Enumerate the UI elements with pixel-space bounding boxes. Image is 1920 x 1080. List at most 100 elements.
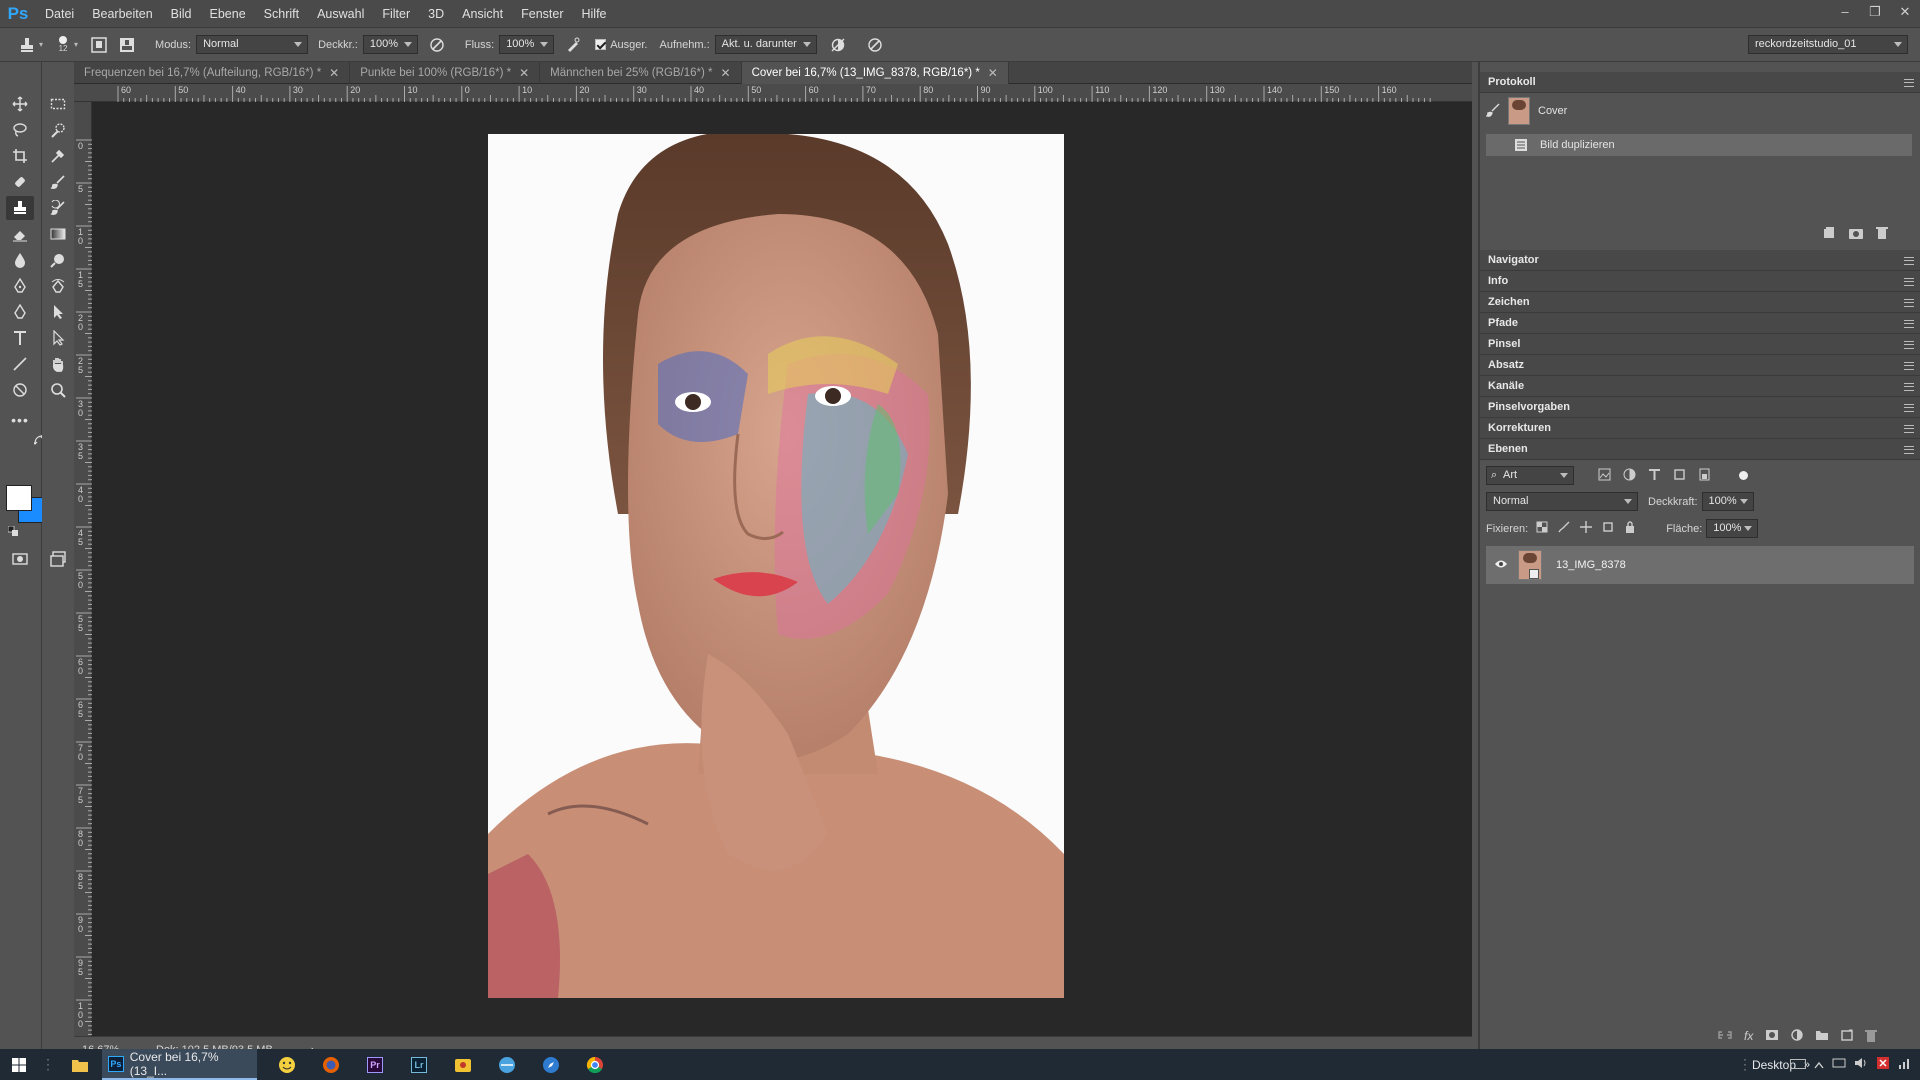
lock-transparent-pixels-icon[interactable] xyxy=(1536,521,1548,536)
brush-tool-icon[interactable] xyxy=(44,170,72,194)
layer-filter-dropdown[interactable]: ⌕ Art xyxy=(1486,466,1574,485)
quick-mask-icon[interactable] xyxy=(6,547,34,571)
lock-position-icon[interactable] xyxy=(1580,521,1593,536)
pinselvorgaben-panel-header[interactable]: Pinselvorgaben xyxy=(1480,397,1920,418)
menu-bearbeiten[interactable]: Bearbeiten xyxy=(83,0,161,28)
ignore-adjustment-layers-icon[interactable] xyxy=(827,34,849,56)
menu-ansicht[interactable]: Ansicht xyxy=(453,0,512,28)
opacity-dropdown[interactable]: 100% xyxy=(362,35,418,54)
aligned-checkbox[interactable] xyxy=(595,39,607,50)
lightroom-icon[interactable]: Lr xyxy=(405,1051,433,1079)
fill-dropdown[interactable]: 100% xyxy=(1706,519,1759,538)
pressure-opacity-icon[interactable] xyxy=(426,34,448,56)
folder-app-icon[interactable] xyxy=(449,1051,477,1079)
lock-all-icon[interactable] xyxy=(1624,521,1636,536)
protokoll-panel-header[interactable]: Protokoll xyxy=(1480,72,1920,93)
filter-pixel-layers-icon[interactable] xyxy=(1598,468,1611,484)
menu-schrift[interactable]: Schrift xyxy=(255,0,308,28)
filter-toggle-icon[interactable] xyxy=(1739,471,1748,480)
network-icon[interactable] xyxy=(1832,1056,1846,1073)
freeform-pen-tool-icon[interactable] xyxy=(6,300,34,324)
quick-selection-tool-icon[interactable] xyxy=(44,118,72,142)
chrome-icon[interactable] xyxy=(581,1051,609,1079)
filter-smart-objects-icon[interactable] xyxy=(1698,468,1711,484)
tab-cover[interactable]: Cover bei 16,7% (13_IMG_8378, RGB/16*) *… xyxy=(741,62,1009,84)
history-snapshot[interactable]: Cover xyxy=(1480,94,1920,128)
tab-punkte[interactable]: Punkte bei 100% (RGB/16*) * ✕ xyxy=(350,62,541,84)
panel-menu-icon[interactable] xyxy=(1904,404,1914,412)
gradient-tool-icon[interactable] xyxy=(44,222,72,246)
pressure-size-icon[interactable] xyxy=(864,34,886,56)
blend-mode-dropdown[interactable]: Normal xyxy=(1486,492,1638,511)
line-tool-icon[interactable] xyxy=(6,352,34,376)
brush-panel-icon[interactable] xyxy=(88,34,110,56)
camera-snapshot-icon[interactable] xyxy=(1848,226,1864,243)
eyedropper-tool-icon[interactable] xyxy=(44,144,72,168)
pen-tool-icon[interactable] xyxy=(6,274,34,298)
3d-rotate-tool-icon[interactable] xyxy=(6,378,34,402)
safari-icon[interactable] xyxy=(537,1051,565,1079)
document-image[interactable] xyxy=(488,134,1064,998)
signal-icon[interactable] xyxy=(1898,1056,1912,1073)
browser-app-icon[interactable] xyxy=(493,1051,521,1079)
zeichen-panel-header[interactable]: Zeichen xyxy=(1480,292,1920,313)
link-layers-icon[interactable] xyxy=(1718,1029,1732,1046)
keyboard-icon[interactable] xyxy=(1790,1058,1806,1072)
lock-artboard-icon[interactable] xyxy=(1602,521,1614,536)
sample-dropdown[interactable]: Akt. u. darunter xyxy=(714,35,817,54)
security-alert-icon[interactable] xyxy=(1876,1056,1890,1073)
close-button[interactable]: ✕ xyxy=(1890,0,1920,28)
menu-3d[interactable]: 3D xyxy=(419,0,453,28)
tab-frequenzen[interactable]: Frequenzen bei 16,7% (Aufteilung, RGB/16… xyxy=(74,62,351,84)
panel-menu-icon[interactable] xyxy=(1904,79,1914,87)
close-tab-icon[interactable]: ✕ xyxy=(988,66,998,80)
windows-start-icon[interactable] xyxy=(0,1049,38,1080)
dodge-tool-icon[interactable] xyxy=(44,248,72,272)
history-brush-source-icon[interactable] xyxy=(1485,103,1502,120)
filter-adjustment-layers-icon[interactable] xyxy=(1623,468,1636,484)
blur-tool-icon[interactable] xyxy=(6,248,34,272)
clone-stamp-tool-icon[interactable] xyxy=(6,196,34,220)
new-adjustment-layer-icon[interactable] xyxy=(1791,1029,1804,1046)
brush-size-picker[interactable]: 12 xyxy=(55,34,71,56)
minimize-button[interactable]: – xyxy=(1830,0,1860,28)
vertical-ruler[interactable]: 0 5 1 0 1 5 2 0 2 5 3 0 3 5 4 0 4 5 5 0 5 5 6 0 6 5 7 … xyxy=(74,102,92,1036)
panel-menu-icon[interactable] xyxy=(1904,257,1914,265)
menu-auswahl[interactable]: Auswahl xyxy=(308,0,373,28)
firefox-icon[interactable] xyxy=(317,1051,345,1079)
lasso-tool-icon[interactable] xyxy=(6,118,34,142)
new-document-from-state-icon[interactable] xyxy=(1822,226,1836,243)
new-group-folder-icon[interactable] xyxy=(1815,1029,1829,1046)
absatz-panel-header[interactable]: Absatz xyxy=(1480,355,1920,376)
kanaele-panel-header[interactable]: Kanäle xyxy=(1480,376,1920,397)
panel-menu-icon[interactable] xyxy=(1904,425,1914,433)
zoom-tool-icon[interactable] xyxy=(44,378,72,402)
clone-stamp-tool-preset-icon[interactable] xyxy=(16,34,38,56)
new-layer-icon[interactable] xyxy=(1841,1029,1854,1046)
smiley-app-icon[interactable] xyxy=(273,1051,301,1079)
panel-menu-icon[interactable] xyxy=(1904,341,1914,349)
healing-brush-tool-icon[interactable] xyxy=(6,170,34,194)
navigator-panel-header[interactable]: Navigator xyxy=(1480,250,1920,271)
menu-filter[interactable]: Filter xyxy=(373,0,419,28)
crop-tool-icon[interactable] xyxy=(6,144,34,168)
direct-selection-tool-icon[interactable] xyxy=(44,326,72,350)
screen-mode-icon[interactable] xyxy=(44,547,72,571)
mode-dropdown[interactable]: Normal xyxy=(196,35,309,54)
trash-icon[interactable] xyxy=(1876,226,1888,243)
pfade-panel-header[interactable]: Pfade xyxy=(1480,313,1920,334)
eraser-tool-icon[interactable] xyxy=(6,222,34,246)
ebenen-panel-header[interactable]: Ebenen xyxy=(1480,439,1920,460)
menu-hilfe[interactable]: Hilfe xyxy=(573,0,616,28)
close-tab-icon[interactable]: ✕ xyxy=(519,66,529,80)
close-tab-icon[interactable]: ✕ xyxy=(329,66,339,80)
menu-ebene[interactable]: Ebene xyxy=(201,0,255,28)
layer-row[interactable]: 13_IMG_8378 xyxy=(1486,546,1914,584)
korrekturen-panel-header[interactable]: Korrekturen xyxy=(1480,418,1920,439)
layer-name[interactable]: 13_IMG_8378 xyxy=(1556,559,1626,571)
panel-menu-icon[interactable] xyxy=(1904,446,1914,454)
panel-menu-icon[interactable] xyxy=(1904,320,1914,328)
volume-icon[interactable] xyxy=(1854,1056,1868,1073)
show-hidden-icons-icon[interactable] xyxy=(1814,1058,1824,1072)
panel-menu-icon[interactable] xyxy=(1904,383,1914,391)
